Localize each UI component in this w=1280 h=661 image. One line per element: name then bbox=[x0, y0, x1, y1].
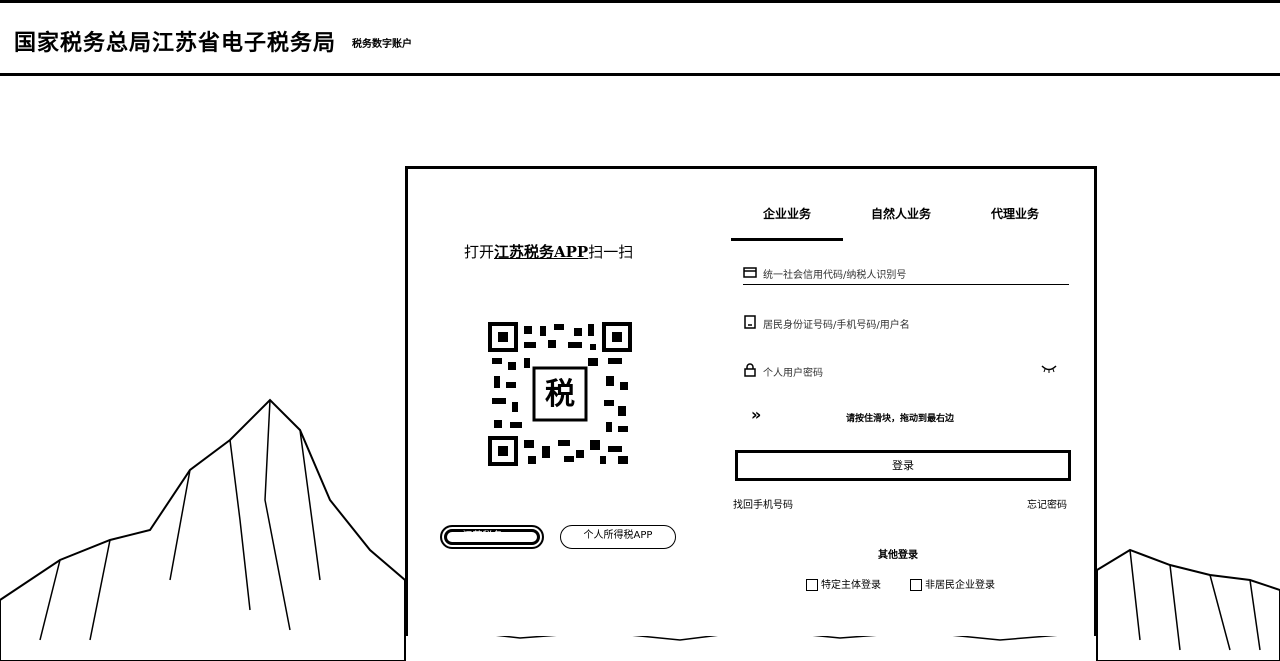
credit-code-placeholder: 统一社会信用代码/纳税人识别号 bbox=[763, 270, 907, 281]
scan-title: 打开江苏税务APP扫一扫 bbox=[464, 241, 633, 262]
specific-subject-login-label: 特定主体登录 bbox=[821, 580, 881, 591]
site-header: 国家税务总局江苏省电子税务局 税务数字账户 bbox=[0, 0, 1280, 76]
double-chevron-right-icon[interactable]: » bbox=[751, 405, 761, 424]
business-tabs: 企业业务 自然人业务 代理业务 bbox=[731, 205, 1071, 241]
lock-icon bbox=[744, 363, 756, 377]
account-input[interactable]: 居民身份证号码/手机号码/用户名 bbox=[743, 313, 1069, 335]
password-placeholder: 个人用户密码 bbox=[763, 368, 823, 379]
phone-icon bbox=[744, 315, 756, 329]
login-icon bbox=[910, 579, 922, 591]
personal-income-tax-app-button[interactable]: 个人所得税APP bbox=[560, 525, 676, 549]
svg-text:税: 税 bbox=[545, 377, 575, 412]
scan-app-name: 江苏税务APP bbox=[494, 243, 589, 261]
scan-suffix: 扫一扫 bbox=[588, 243, 634, 261]
find-phone-link[interactable]: 找回手机号码 bbox=[733, 496, 793, 511]
specific-subject-login[interactable]: 特定主体登录 bbox=[806, 576, 881, 591]
non-resident-login[interactable]: 非居民企业登录 bbox=[910, 576, 995, 591]
jiangsu-tax-app-button[interactable]: 江苏税务APP bbox=[440, 525, 544, 549]
card-icon bbox=[743, 267, 757, 278]
non-resident-login-label: 非居民企业登录 bbox=[925, 580, 995, 591]
qr-code: 税 bbox=[488, 322, 632, 466]
tab-agency[interactable]: 代理业务 bbox=[959, 205, 1071, 241]
site-subtitle: 税务数字账户 bbox=[352, 39, 412, 50]
password-input[interactable]: 个人用户密码 bbox=[743, 361, 1069, 383]
eye-closed-icon[interactable] bbox=[1041, 365, 1057, 373]
login-card: 打开江苏税务APP扫一扫 税 江苏税务APP 个人所得税APP 企业业务 自然人… bbox=[405, 166, 1097, 636]
scan-prefix: 打开 bbox=[464, 243, 495, 261]
credit-code-input[interactable]: 统一社会信用代码/纳税人识别号 bbox=[743, 263, 1069, 285]
slider-text: 请按住滑块，拖动到最右边 bbox=[846, 414, 955, 424]
login-button[interactable]: 登录 bbox=[735, 450, 1071, 481]
tab-enterprise[interactable]: 企业业务 bbox=[731, 205, 843, 241]
camera-icon bbox=[806, 579, 818, 591]
other-login-title: 其他登录 bbox=[878, 550, 918, 561]
account-placeholder: 居民身份证号码/手机号码/用户名 bbox=[763, 320, 910, 331]
slider-captcha[interactable]: » 请按住滑块，拖动到最右边 bbox=[743, 405, 1069, 429]
tab-natural-person[interactable]: 自然人业务 bbox=[845, 205, 957, 241]
site-title: 国家税务总局江苏省电子税务局 bbox=[14, 30, 337, 56]
forgot-password-link[interactable]: 忘记密码 bbox=[1027, 496, 1067, 511]
